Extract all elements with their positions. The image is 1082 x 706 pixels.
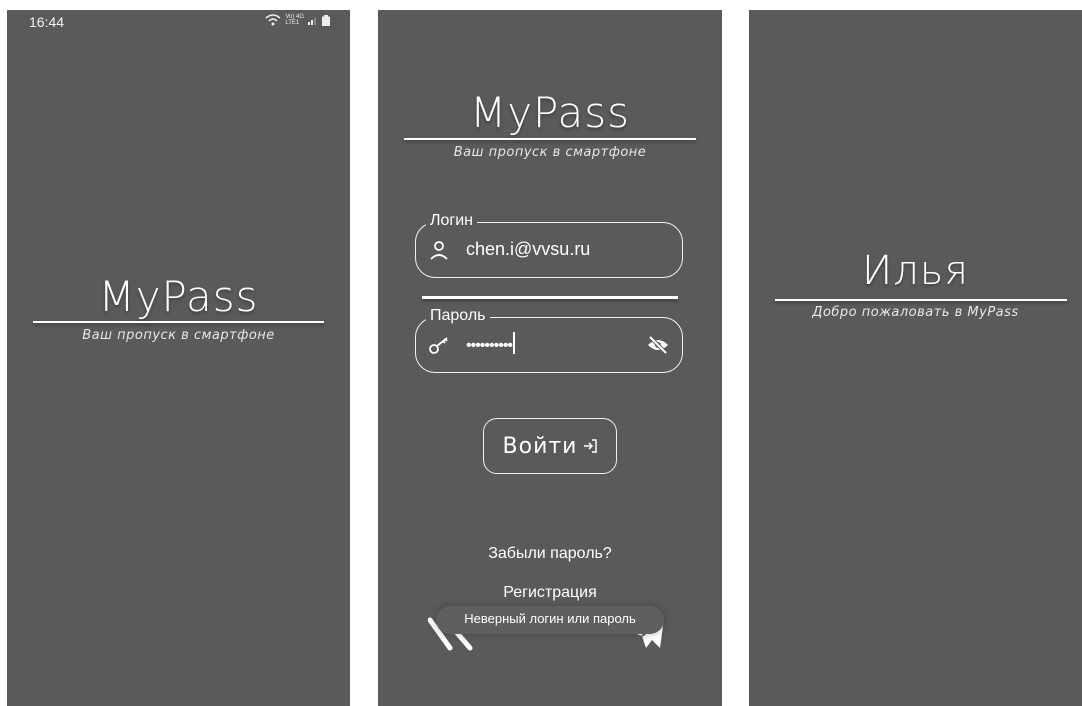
field-divider bbox=[422, 296, 678, 299]
network-type-icon: Vo) 4G LTE1 bbox=[285, 14, 304, 26]
password-input[interactable]: •••••••••• bbox=[466, 332, 516, 355]
logo-underline bbox=[404, 138, 696, 140]
login-button[interactable]: Войти bbox=[483, 418, 617, 474]
register-link[interactable]: Регистрация bbox=[378, 584, 722, 602]
name-underline bbox=[775, 299, 1067, 301]
login-input[interactable]: chen.i@vvsu.ru bbox=[466, 239, 590, 260]
toggle-visibility-icon[interactable] bbox=[646, 334, 670, 356]
status-bar: 16:44 Vo) 4G LTE1 bbox=[7, 10, 350, 36]
login-field[interactable]: Логин chen.i@vvsu.ru bbox=[415, 212, 683, 278]
error-toast: Неверный логин или пароль bbox=[436, 606, 664, 634]
login-button-label: Войти bbox=[502, 433, 578, 459]
logo-underline bbox=[33, 321, 324, 323]
status-icons: Vo) 4G LTE1 bbox=[265, 14, 330, 26]
password-label: Пароль bbox=[426, 307, 490, 325]
app-logo: MyPass bbox=[98, 272, 259, 321]
tagline: Ваш пропуск в смартфоне bbox=[82, 328, 275, 343]
login-screen: MyPass Ваш пропуск в смартфоне Логин che… bbox=[378, 10, 722, 706]
password-field[interactable]: Пароль •••••••••• bbox=[415, 307, 683, 373]
status-time: 16:44 bbox=[29, 14, 65, 30]
login-label: Логин bbox=[426, 212, 478, 230]
app-logo: MyPass bbox=[469, 88, 631, 137]
user-icon bbox=[430, 241, 448, 260]
user-name: Илья bbox=[861, 248, 969, 294]
splash-screen: 16:44 Vo) 4G LTE1 MyPass Ваш пропуск в см… bbox=[7, 10, 350, 706]
tagline: Ваш пропуск в смартфоне bbox=[453, 145, 647, 160]
wifi-icon bbox=[265, 14, 281, 26]
welcome-screen: Илья Добро пожаловать в MyPass bbox=[749, 10, 1082, 706]
signal-icon bbox=[308, 18, 316, 25]
text-caret bbox=[513, 332, 516, 354]
forgot-password-link[interactable]: Забыли пароль? bbox=[378, 545, 722, 563]
login-arrow-icon bbox=[584, 439, 598, 453]
welcome-message: Добро пожаловать в MyPass bbox=[812, 305, 1019, 320]
key-icon bbox=[429, 337, 448, 354]
battery-icon bbox=[322, 14, 330, 26]
